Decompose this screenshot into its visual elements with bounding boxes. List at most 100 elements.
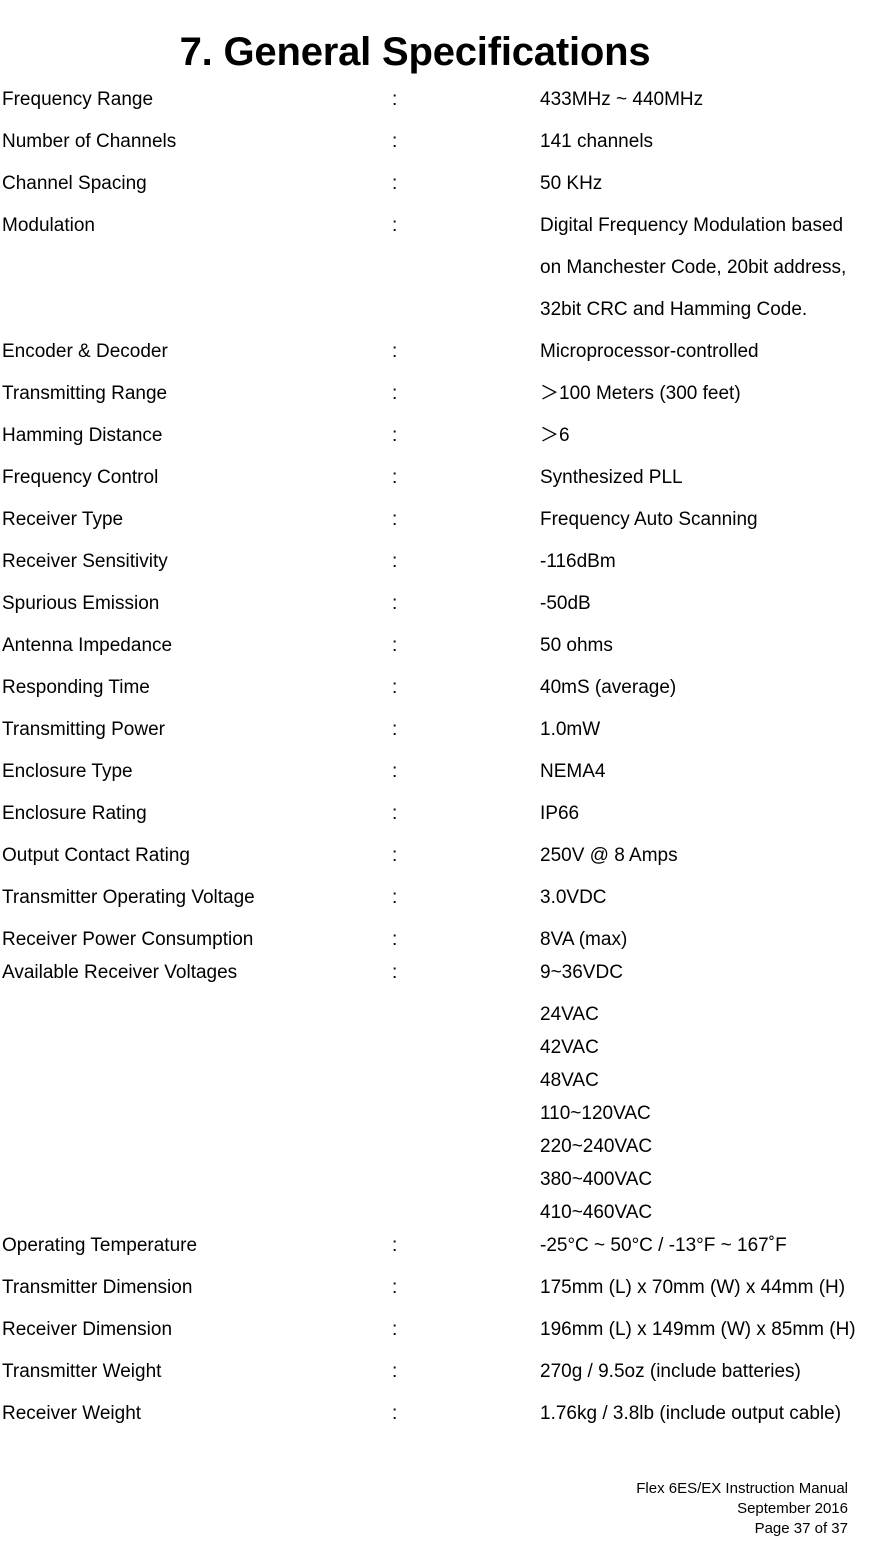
- spec-separator: :: [392, 887, 398, 908]
- spec-value: 270g / 9.5oz (include batteries): [540, 1361, 801, 1382]
- spec-value-continuation-text: 32bit CRC and Hamming Code.: [540, 299, 808, 320]
- spec-separator: :: [392, 1277, 398, 1298]
- spec-separator: :: [392, 383, 398, 404]
- spec-row: Transmitting Power: 1.0mW: [0, 718, 889, 760]
- spec-sub-value: 48VAC: [540, 1070, 599, 1091]
- spec-sub-value-row: 110~120VAC: [0, 1102, 889, 1135]
- spec-value: NEMA4: [540, 761, 606, 782]
- spec-value: 9~36VDC: [540, 962, 623, 983]
- spec-label: Receiver Weight: [2, 1403, 142, 1424]
- spec-label: Hamming Distance: [2, 425, 163, 446]
- spec-value: Synthesized PLL: [540, 467, 683, 488]
- spec-label: Output Contact Rating: [2, 845, 190, 866]
- spec-label: Enclosure Rating: [2, 803, 147, 824]
- spec-row: Encoder & Decoder: Microprocessor-control…: [0, 340, 889, 382]
- spec-value: -25°C ~ 50°C / -13°F ~ 167˚F: [540, 1235, 787, 1256]
- spec-row: Channel Spacing: 50 KHz: [0, 172, 889, 214]
- spec-row: Frequency Control: Synthesized PLL: [0, 466, 889, 508]
- page-title: 7. General Specifications: [179, 29, 651, 74]
- spec-label: Receiver Dimension: [2, 1319, 173, 1340]
- spec-label: Frequency Control: [2, 467, 159, 488]
- spec-sub-value-row: 380~400VAC: [0, 1168, 889, 1201]
- spec-label: Responding Time: [2, 677, 150, 698]
- spec-value: 196mm (L) x 149mm (W) x 85mm (H): [540, 1319, 856, 1340]
- spec-separator: :: [392, 509, 398, 530]
- spec-separator: :: [392, 1319, 398, 1340]
- spec-separator: :: [392, 845, 398, 866]
- spec-value: Microprocessor-controlled: [540, 341, 759, 362]
- spec-label: Frequency Range: [2, 89, 154, 110]
- spec-separator: :: [392, 962, 398, 983]
- footer-date: September 2016: [737, 1500, 848, 1517]
- spec-separator: :: [392, 719, 398, 740]
- spec-row: Hamming Distance: ＞6: [0, 424, 889, 466]
- spec-value: 50 KHz: [540, 173, 603, 194]
- spec-row: Frequency Range: 433MHz ~ 440MHz: [0, 88, 889, 130]
- spec-separator: :: [392, 425, 398, 446]
- spec-label: Receiver Power Consumption: [2, 929, 254, 950]
- spec-sub-value: 24VAC: [540, 1004, 599, 1025]
- spec-value: -50dB: [540, 593, 591, 614]
- spec-row: Number of Channels: 141 channels: [0, 130, 889, 172]
- spec-label: Antenna Impedance: [2, 635, 173, 656]
- spec-sub-value: 42VAC: [540, 1037, 599, 1058]
- spec-value: Frequency Auto Scanning: [540, 509, 758, 530]
- spec-separator: :: [392, 761, 398, 782]
- spec-value: ＞6: [540, 425, 570, 446]
- spec-row: Receiver Power Consumption: 8VA (max): [0, 928, 889, 961]
- spec-label: Channel Spacing: [2, 173, 147, 194]
- spec-value: 8VA (max): [540, 929, 628, 950]
- document-page: 7. General Specifications Frequency Rang…: [0, 0, 889, 1565]
- spec-separator: :: [392, 1403, 398, 1424]
- spec-row: Transmitting Range: ＞100 Meters (300 feet…: [0, 382, 889, 424]
- spec-row: Responding Time: 40mS (average): [0, 676, 889, 718]
- spec-sub-value-row: 410~460VAC: [0, 1201, 889, 1234]
- spec-separator: :: [392, 215, 398, 236]
- spec-sub-value-row: 24VAC: [0, 1003, 889, 1036]
- spec-separator: :: [392, 803, 398, 824]
- spec-value: 40mS (average): [540, 677, 677, 698]
- spec-label: Receiver Sensitivity: [2, 551, 168, 572]
- spec-row: Enclosure Rating: IP66: [0, 802, 889, 844]
- spec-value: 175mm (L) x 70mm (W) x 44mm (H): [540, 1277, 846, 1298]
- spec-separator: :: [392, 131, 398, 152]
- spec-label: Modulation: [2, 215, 95, 236]
- spec-label: Transmitter Dimension: [2, 1277, 193, 1298]
- spec-sub-value: 110~120VAC: [540, 1103, 651, 1124]
- spec-sub-value-row: 48VAC: [0, 1069, 889, 1102]
- spec-value-continuation: on Manchester Code, 20bit address,: [0, 256, 889, 298]
- spec-value: 433MHz ~ 440MHz: [540, 89, 704, 110]
- spec-label: Receiver Type: [2, 509, 124, 530]
- spec-separator: :: [392, 929, 398, 950]
- spec-separator: :: [392, 89, 398, 110]
- spec-separator: :: [392, 1361, 398, 1382]
- spec-sub-value-row: 220~240VAC: [0, 1135, 889, 1168]
- spec-label: Transmitter Operating Voltage: [2, 887, 255, 908]
- spec-sub-value: 410~460VAC: [540, 1202, 653, 1223]
- spec-value: 1.0mW: [540, 719, 601, 740]
- spec-label: Operating Temperature: [2, 1235, 198, 1256]
- spec-row: Available Receiver Voltages: 9~36VDC: [0, 961, 889, 1003]
- spec-label: Transmitting Range: [2, 383, 168, 404]
- spec-value: ＞100 Meters (300 feet): [540, 383, 741, 404]
- spec-value: 141 channels: [540, 131, 654, 152]
- spec-value: 50 ohms: [540, 635, 613, 656]
- spec-label: Enclosure Type: [2, 761, 133, 782]
- spec-label: Number of Channels: [2, 131, 177, 152]
- spec-label: Transmitting Power: [2, 719, 165, 740]
- spec-separator: :: [392, 677, 398, 698]
- spec-separator: :: [392, 1235, 398, 1256]
- footer-manual-title: Flex 6ES/EX Instruction Manual: [636, 1480, 848, 1497]
- spec-separator: :: [392, 593, 398, 614]
- spec-label: Available Receiver Voltages: [2, 962, 238, 983]
- spec-row: Transmitter Dimension: 175mm (L) x 70mm (…: [0, 1276, 889, 1318]
- spec-row: Receiver Type: Frequency Auto Scanning: [0, 508, 889, 550]
- spec-row: Modulation: Digital Frequency Modulation …: [0, 214, 889, 256]
- spec-value: -116dBm: [540, 551, 616, 572]
- spec-sub-value-row: 42VAC: [0, 1036, 889, 1069]
- spec-row: Receiver Sensitivity: -116dBm: [0, 550, 889, 592]
- footer-page-number: Page 37 of 37: [754, 1520, 848, 1537]
- spec-separator: :: [392, 635, 398, 656]
- spec-row: Enclosure Type: NEMA4: [0, 760, 889, 802]
- spec-value: Digital Frequency Modulation based: [540, 215, 844, 236]
